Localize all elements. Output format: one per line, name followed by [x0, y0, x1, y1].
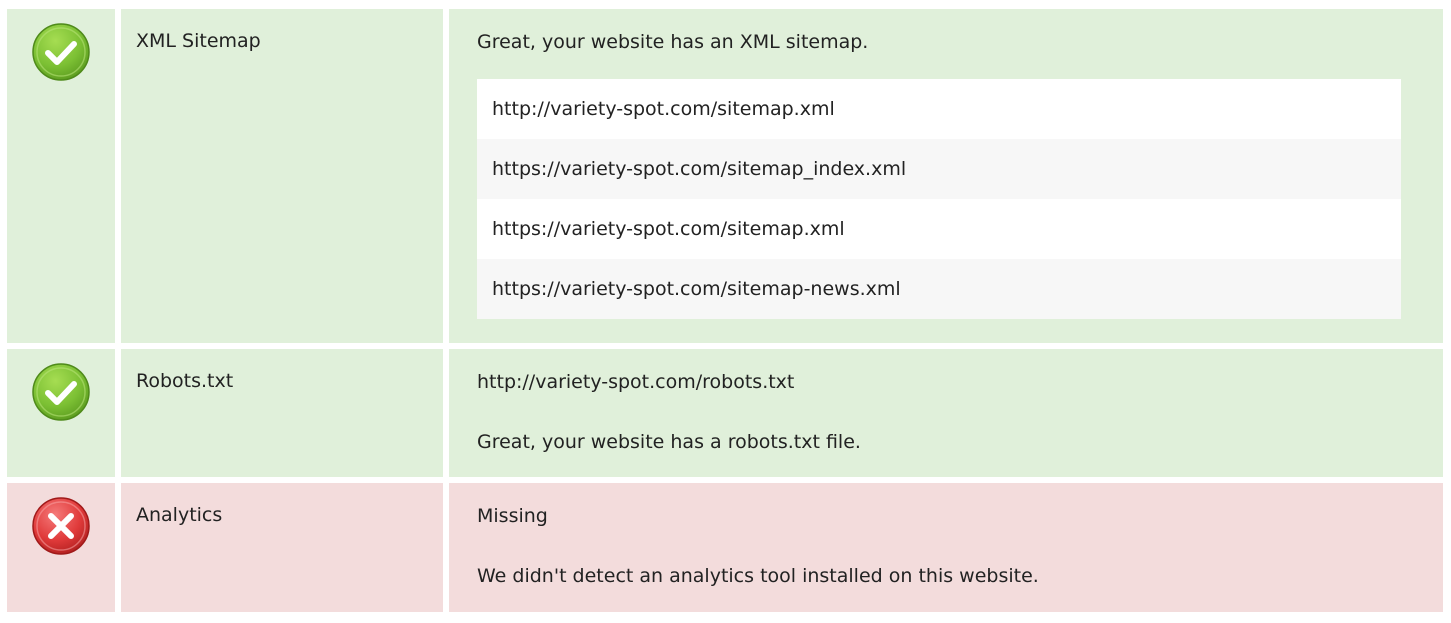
sitemap-url-list: http://variety-spot.com/sitemap.xml http…	[477, 79, 1401, 319]
check-summary: Great, your website has an XML sitemap.	[477, 31, 869, 53]
check-detail: Great, your website has an XML sitemap. …	[449, 9, 1443, 343]
seo-checks-table: XML Sitemap Great, your website has an X…	[7, 9, 1443, 612]
robots-url: http://variety-spot.com/robots.txt	[477, 371, 795, 393]
x-circle-icon	[31, 496, 91, 556]
check-row-analytics: Analytics Missing We didn't detect an an…	[7, 483, 1443, 612]
check-summary: We didn't detect an analytics tool insta…	[477, 565, 1039, 587]
check-row-robots-txt: Robots.txt http://variety-spot.com/robot…	[7, 349, 1443, 477]
sitemap-url: https://variety-spot.com/sitemap-news.xm…	[477, 259, 1401, 319]
check-detail: Missing We didn't detect an analytics to…	[449, 483, 1443, 612]
check-name: XML Sitemap	[121, 9, 443, 343]
sitemap-url: https://variety-spot.com/sitemap_index.x…	[477, 139, 1401, 199]
check-detail: http://variety-spot.com/robots.txt Great…	[449, 349, 1443, 477]
check-circle-icon	[31, 22, 91, 82]
status-cell	[7, 349, 115, 477]
sitemap-url: https://variety-spot.com/sitemap.xml	[477, 199, 1401, 259]
check-summary: Great, your website has a robots.txt fil…	[477, 431, 861, 453]
sitemap-url: http://variety-spot.com/sitemap.xml	[477, 79, 1401, 139]
check-status-text: Missing	[477, 505, 548, 527]
status-cell	[7, 9, 115, 343]
check-circle-icon	[31, 362, 91, 422]
status-cell	[7, 483, 115, 612]
check-row-xml-sitemap: XML Sitemap Great, your website has an X…	[7, 9, 1443, 343]
check-name: Analytics	[121, 483, 443, 612]
check-name: Robots.txt	[121, 349, 443, 477]
